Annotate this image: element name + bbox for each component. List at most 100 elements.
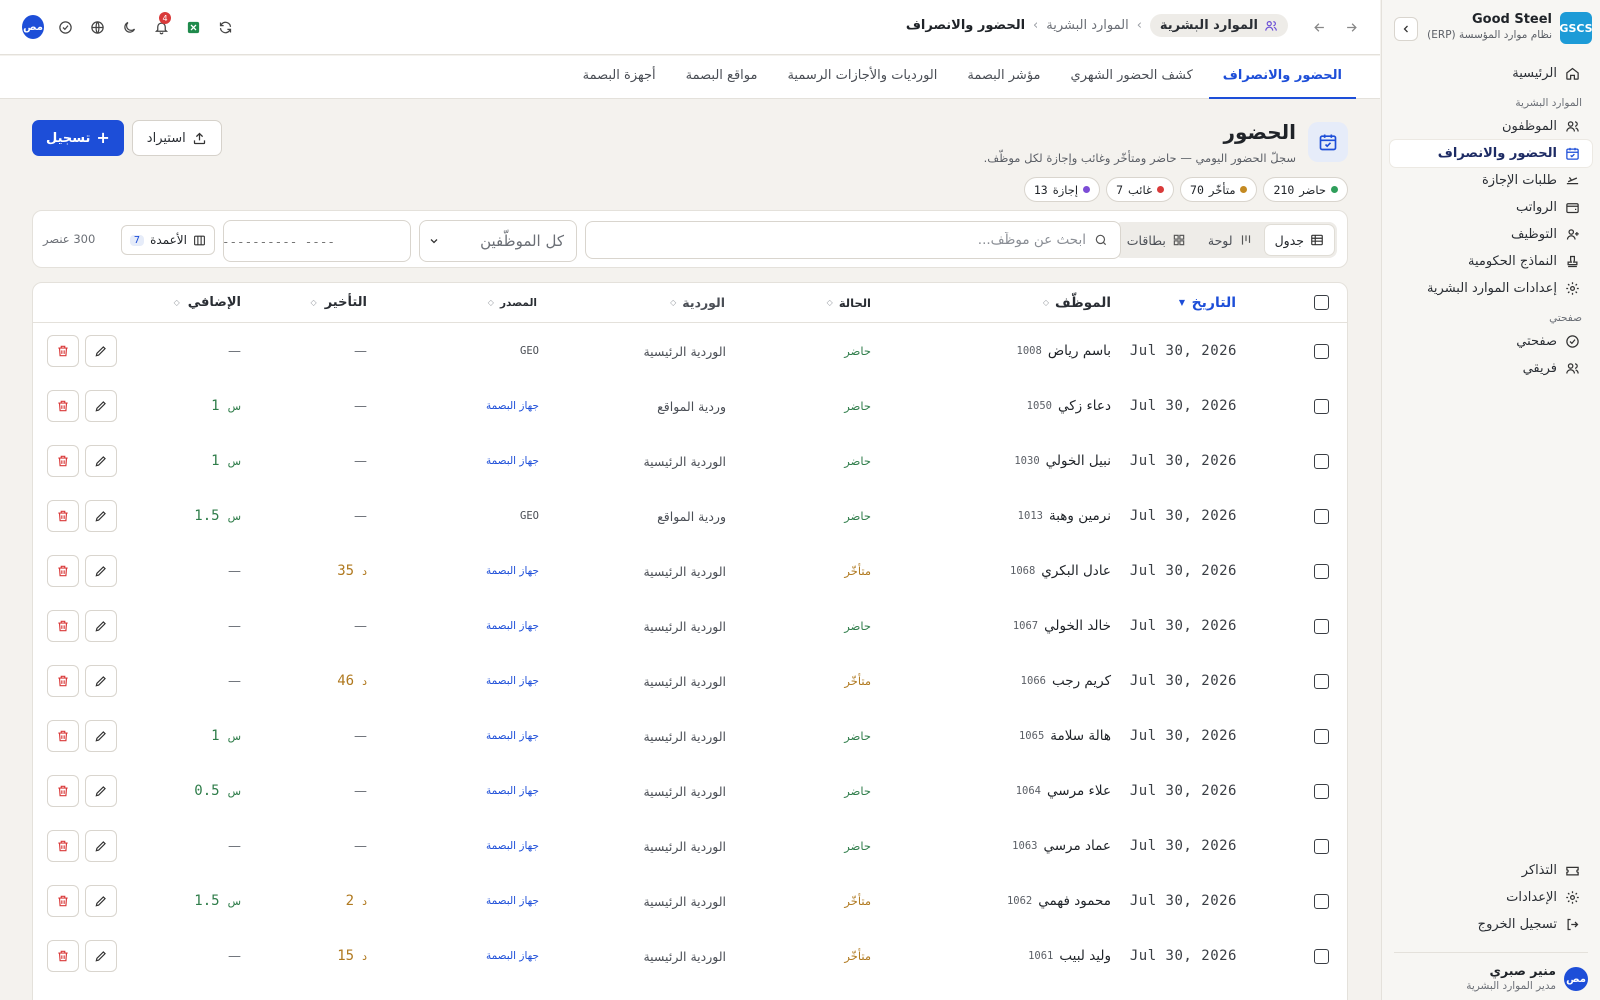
tab-2[interactable]: مؤشر البصمة	[953, 56, 1054, 99]
delete-button[interactable]	[47, 830, 79, 862]
cell-employee[interactable]: خالد الخولي 1067	[1013, 598, 1111, 654]
date-input[interactable]	[222, 233, 390, 249]
delete-button[interactable]	[47, 335, 79, 367]
delete-button[interactable]	[47, 775, 79, 807]
edit-button[interactable]	[85, 390, 117, 422]
cell-employee[interactable]: نرمين وهبة 1013	[1018, 488, 1111, 544]
delete-button[interactable]	[47, 940, 79, 972]
column-header-shift[interactable]: الوردية ◇	[670, 283, 725, 322]
column-header-employee[interactable]: الموظّف ◇	[1043, 283, 1111, 322]
cell-source[interactable]: جهاز البصمة	[486, 873, 539, 929]
employee-filter-select[interactable]: كل الموظّفين	[419, 220, 577, 262]
sidebar-item-home[interactable]: الرئيسية	[1390, 60, 1592, 87]
edit-button[interactable]	[85, 555, 117, 587]
cell-source[interactable]: جهاز البصمة	[486, 708, 539, 764]
cell-employee[interactable]: هالة سلامة 1065	[1019, 708, 1111, 764]
language-button[interactable]	[86, 16, 108, 38]
column-header-late[interactable]: التأخير ◇	[311, 283, 367, 322]
breadcrumb-module[interactable]: الموارد البشرية	[1149, 14, 1288, 37]
tab-4[interactable]: مواقع البصمة	[672, 56, 772, 99]
stat-chip[interactable]: غائب 7	[1106, 177, 1175, 202]
delete-button[interactable]	[47, 500, 79, 532]
row-checkbox[interactable]	[1314, 618, 1329, 634]
delete-button[interactable]	[47, 885, 79, 917]
user-profile[interactable]: مص منير صبري مدير الموارد البشرية	[1394, 952, 1588, 992]
row-checkbox[interactable]	[1314, 343, 1329, 359]
edit-button[interactable]	[85, 335, 117, 367]
cell-employee[interactable]: باسم رياض 1008	[1017, 323, 1111, 379]
row-checkbox[interactable]	[1314, 783, 1329, 799]
sidebar-item-hr-4[interactable]: التوظيف	[1390, 221, 1592, 248]
sidebar-item-logout[interactable]: تسجيل الخروج	[1390, 911, 1592, 938]
column-header-overtime[interactable]: الإضافي ◇	[174, 283, 241, 322]
delete-button[interactable]	[47, 555, 79, 587]
cell-employee[interactable]: دعاء زكي 1050	[1027, 378, 1111, 434]
sidebar-item-tickets[interactable]: التذاكر	[1390, 857, 1592, 884]
notifications-button[interactable]: 4	[150, 12, 172, 38]
register-button[interactable]: + تسجيل	[32, 120, 124, 156]
cell-source[interactable]: جهاز البصمة	[486, 763, 539, 819]
stat-chip[interactable]: متأخّر 70	[1180, 177, 1258, 202]
cell-employee[interactable]: عماد مرسي 1063	[1012, 818, 1111, 874]
theme-toggle-button[interactable]	[118, 16, 140, 38]
row-checkbox[interactable]	[1314, 838, 1329, 854]
cell-employee[interactable]: كريم رجب 1066	[1021, 653, 1111, 709]
delete-button[interactable]	[47, 665, 79, 697]
stat-chip[interactable]: حاضر 210	[1263, 177, 1348, 202]
sidebar-item-settings[interactable]: الإعدادات	[1390, 884, 1592, 911]
row-checkbox[interactable]	[1314, 948, 1329, 964]
edit-button[interactable]	[85, 665, 117, 697]
cell-employee[interactable]: علاء مرسي 1064	[1016, 763, 1111, 819]
view-cards-button[interactable]: بطاقات	[1117, 225, 1196, 255]
edit-button[interactable]	[85, 830, 117, 862]
edit-button[interactable]	[85, 610, 117, 642]
cell-employee[interactable]: محمود فهمي 1062	[1007, 873, 1111, 929]
view-table-button[interactable]: جدول	[1264, 225, 1334, 255]
cell-source[interactable]: جهاز البصمة	[486, 543, 539, 599]
tasks-button[interactable]	[54, 16, 76, 38]
sidebar-item-hr-5[interactable]: النماذج الحكومية	[1390, 248, 1592, 275]
search-input[interactable]	[598, 232, 1086, 248]
sidebar-item-hr-6[interactable]: إعدادات الموارد البشرية	[1390, 275, 1592, 302]
edit-button[interactable]	[85, 720, 117, 752]
import-button[interactable]: استيراد	[131, 120, 222, 156]
spreadsheet-button[interactable]	[182, 16, 204, 38]
delete-button[interactable]	[47, 610, 79, 642]
column-header-status[interactable]: الحالة ◇	[827, 283, 871, 322]
edit-button[interactable]	[85, 885, 117, 917]
cell-source[interactable]: جهاز البصمة	[486, 378, 539, 434]
row-checkbox[interactable]	[1314, 508, 1329, 524]
tab-0[interactable]: الحضور والانصراف	[1208, 56, 1356, 99]
refresh-button[interactable]	[214, 16, 236, 38]
collapse-sidebar-button[interactable]	[1394, 17, 1418, 41]
column-header-date[interactable]: التاريخ ▼	[1179, 283, 1236, 322]
breadcrumb-parent[interactable]: الموارد البشرية	[1046, 18, 1128, 33]
sidebar-item-hr-1[interactable]: الحضور والانصراف	[1390, 140, 1592, 167]
stat-chip[interactable]: إجازة 13	[1023, 177, 1101, 202]
cell-employee[interactable]: وليد لبيب 1061	[1028, 928, 1111, 984]
cell-source[interactable]: جهاز البصمة	[486, 598, 539, 654]
columns-button[interactable]: الأعمدة 7	[120, 225, 215, 255]
delete-button[interactable]	[47, 720, 79, 752]
back-button[interactable]	[1308, 16, 1330, 38]
delete-button[interactable]	[47, 445, 79, 477]
forward-button[interactable]	[1340, 16, 1362, 38]
column-header-source[interactable]: المصدر ◇	[488, 283, 537, 322]
edit-button[interactable]	[85, 940, 117, 972]
select-all-checkbox[interactable]	[1314, 295, 1329, 310]
cell-source[interactable]: جهاز البصمة	[486, 818, 539, 874]
sidebar-item-hr-0[interactable]: الموظفون	[1390, 113, 1592, 140]
row-checkbox[interactable]	[1314, 893, 1329, 909]
sidebar-item-hr-3[interactable]: الرواتب	[1390, 194, 1592, 221]
row-checkbox[interactable]	[1314, 453, 1329, 469]
cell-employee[interactable]: نبيل الخولي 1030	[1014, 433, 1111, 489]
row-checkbox[interactable]	[1314, 563, 1329, 579]
delete-button[interactable]	[47, 390, 79, 422]
tab-3[interactable]: الورديات والأجازات الرسمية	[773, 56, 951, 99]
cell-source[interactable]: جهاز البصمة	[486, 433, 539, 489]
cell-source[interactable]: جهاز البصمة	[486, 928, 539, 984]
tab-5[interactable]: أجهزة البصمة	[569, 56, 670, 99]
cell-employee[interactable]: عادل البكري 1068	[1010, 543, 1111, 599]
tab-1[interactable]: كشف الحضور الشهري	[1057, 56, 1207, 99]
sidebar-item-hr-2[interactable]: طلبات الإجازة	[1390, 167, 1592, 194]
